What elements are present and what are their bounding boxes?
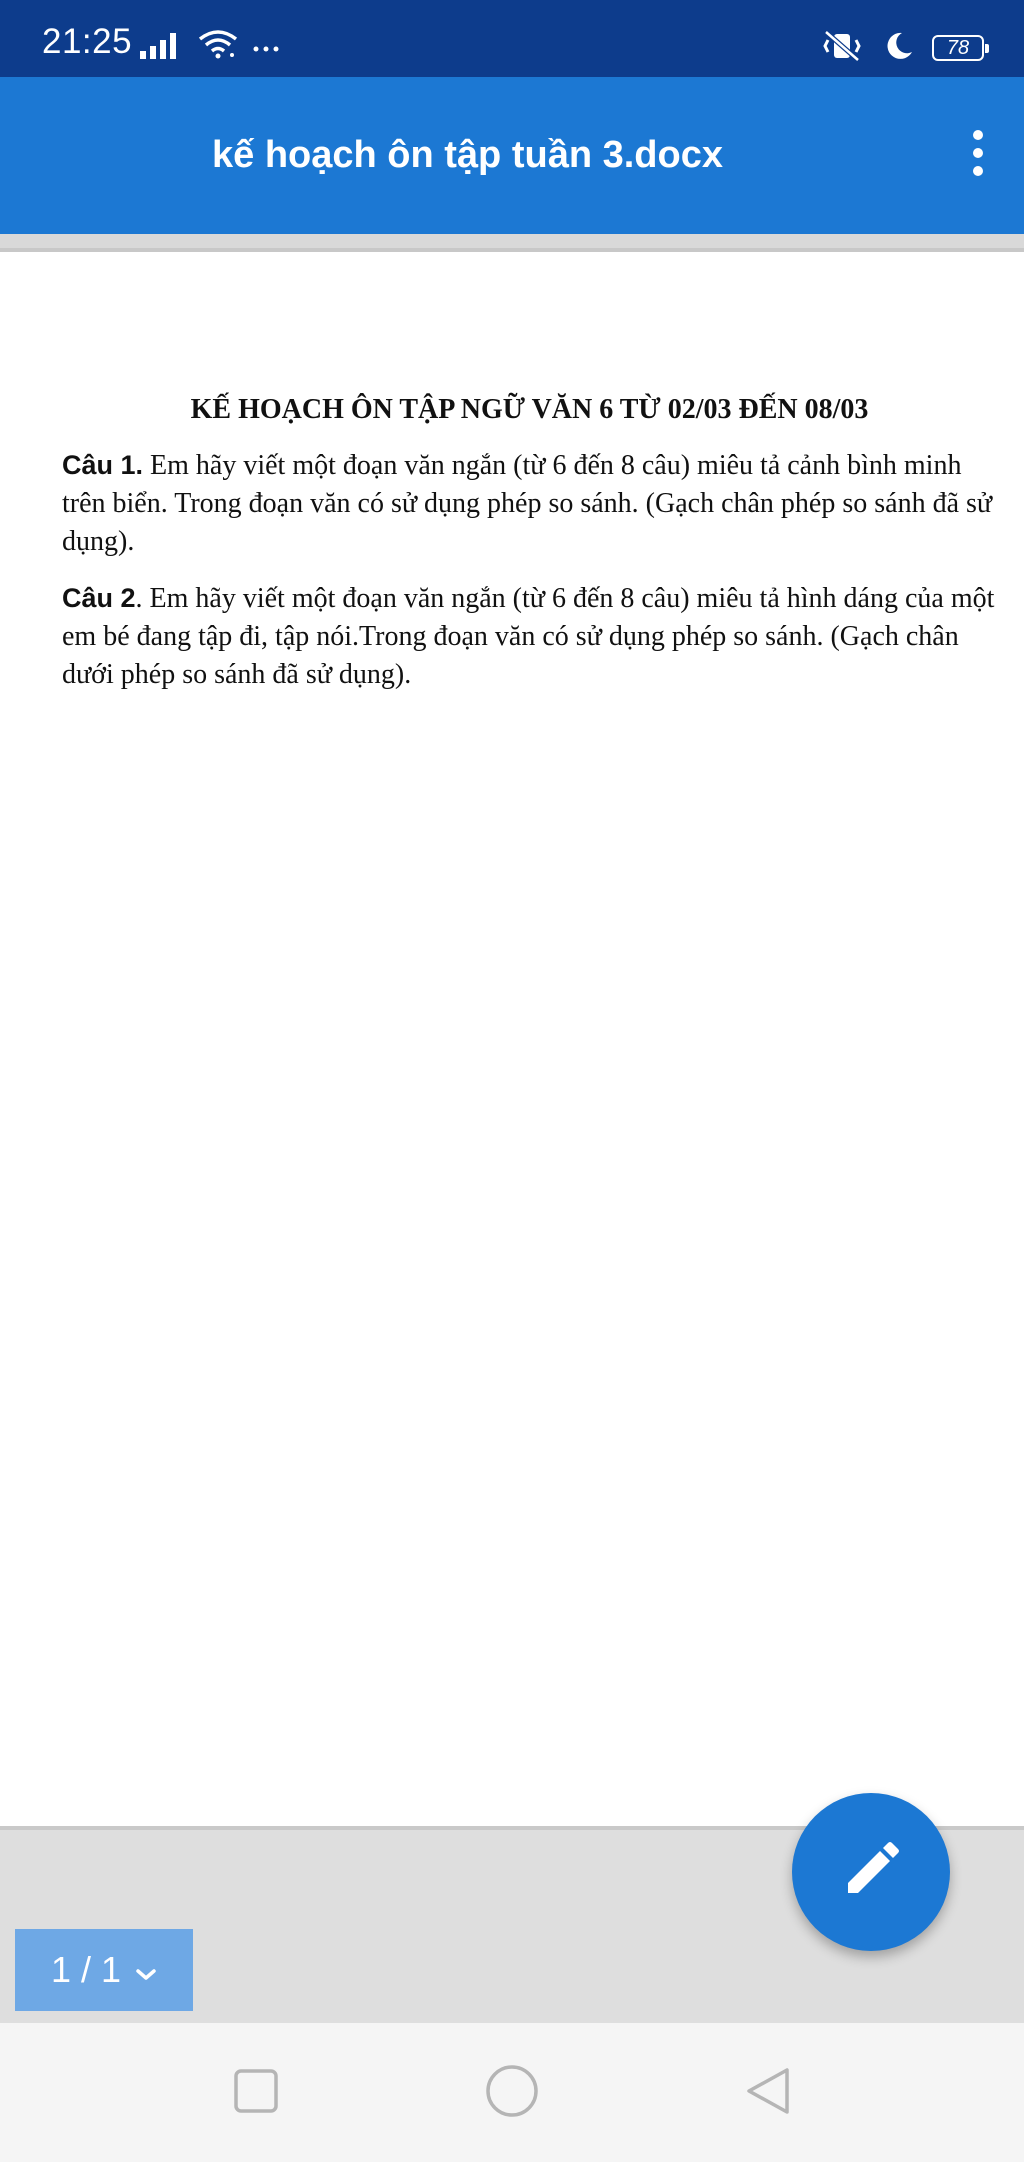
page-indicator-button[interactable]: 1 / 1 <box>15 1929 193 2011</box>
document-heading: KẾ HOẠCH ÔN TẬP NGỮ VĂN 6 TỪ 02/03 ĐẾN 0… <box>190 394 869 425</box>
chevron-down-icon <box>135 1949 157 1991</box>
status-bar: 21:25 78 <box>0 0 1024 77</box>
document-content: KẾ HOẠCH ÔN TẬP NGỮ VĂN 6 TỪ 02/03 ĐẾN 0… <box>62 390 997 712</box>
back-button[interactable] <box>738 2063 798 2123</box>
app-bar: kế hoạch ôn tập tuần 3.docx <box>0 77 1024 234</box>
more-dots-icon <box>252 31 282 64</box>
edit-fab-button[interactable] <box>792 1793 950 1951</box>
question-1-text: Em hãy viết một đoạn văn ngắn (từ 6 đến … <box>62 450 993 557</box>
recents-button[interactable] <box>226 2063 286 2123</box>
more-options-button[interactable] <box>950 125 1006 185</box>
question-2: Câu 2. Em hãy viết một đoạn văn ngắn (từ… <box>62 579 997 694</box>
status-time: 21:25 <box>42 22 133 61</box>
question-2-label: Câu 2 <box>62 583 136 613</box>
status-right-icons: 78 <box>820 29 989 67</box>
edit-pencil-icon <box>842 1841 900 1904</box>
vibrate-off-icon <box>820 29 864 67</box>
toolbar-shadow <box>0 234 1024 252</box>
recents-square-icon <box>233 2068 279 2119</box>
question-2-text: . Em hãy viết một đoạn văn ngắn (từ 6 đế… <box>62 583 995 690</box>
wifi-icon <box>198 29 238 64</box>
signal-icon <box>140 31 184 64</box>
question-1-label: Câu 1. <box>62 450 144 480</box>
home-button[interactable] <box>482 2063 542 2123</box>
home-circle-icon <box>485 2064 539 2123</box>
more-vert-icon <box>970 129 986 182</box>
status-left-icons <box>140 28 282 64</box>
document-title: kế hoạch ôn tập tuần 3.docx <box>212 134 723 176</box>
document-page[interactable]: KẾ HOẠCH ÔN TẬP NGỮ VĂN 6 TỪ 02/03 ĐẾN 0… <box>0 252 1024 1826</box>
back-triangle-icon <box>743 2066 793 2121</box>
page-indicator-label: 1 / 1 <box>50 1949 122 1990</box>
moon-icon <box>882 30 914 67</box>
battery-icon: 78 <box>932 35 989 61</box>
system-nav-bar <box>0 2023 1024 2162</box>
question-1: Câu 1. Em hãy viết một đoạn văn ngắn (từ… <box>62 446 997 561</box>
